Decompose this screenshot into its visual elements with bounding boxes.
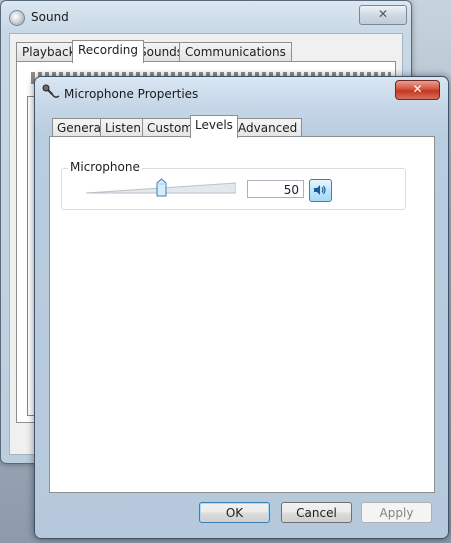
tab-listen[interactable]: Listen	[100, 118, 146, 137]
mic-window-title: Microphone Properties	[64, 87, 199, 101]
apply-button[interactable]: Apply	[361, 502, 432, 523]
speaker-icon	[314, 185, 326, 195]
sound-titlebar[interactable]: Sound ✕	[1, 1, 411, 33]
mute-toggle-button[interactable]	[309, 179, 332, 202]
speaker-sound-icon	[9, 10, 25, 26]
levels-tab-page: Microphone 50	[49, 136, 435, 493]
microphone-group-label: Microphone	[68, 160, 142, 175]
tab-advanced[interactable]: Advanced	[233, 118, 303, 137]
cancel-button[interactable]: Cancel	[281, 502, 352, 523]
level-value-field[interactable]: 50	[247, 180, 304, 198]
sound-window-title: Sound	[31, 10, 69, 24]
microphone-icon	[42, 84, 60, 98]
mic-properties-window: Microphone Properties ✕ General Listen C…	[34, 76, 449, 539]
microphone-level-group: Microphone 50	[61, 160, 406, 210]
mic-tab-strip: General Listen Custom Levels Advanced	[49, 115, 442, 138]
tab-communications[interactable]: Communications	[179, 42, 292, 62]
mic-close-button[interactable]: ✕	[395, 80, 440, 100]
tab-levels[interactable]: Levels	[190, 115, 238, 138]
slider-thumb[interactable]	[156, 178, 167, 197]
tab-recording[interactable]: Recording	[72, 40, 145, 63]
sound-close-button[interactable]: ✕	[359, 5, 407, 25]
ok-button[interactable]: OK	[199, 502, 270, 523]
